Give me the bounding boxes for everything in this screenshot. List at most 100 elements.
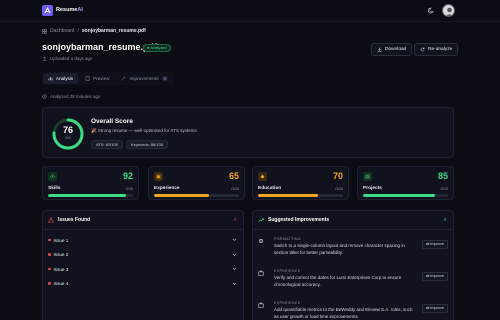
- chevron-down-icon: [232, 238, 237, 241]
- category-progress-bar: [48, 194, 133, 197]
- analyzed-time-text: Analyzed 28 minutes ago: [50, 94, 101, 99]
- issues-count: 4: [233, 217, 236, 222]
- bar-chart-icon: [48, 76, 53, 81]
- divider: [253, 229, 453, 230]
- briefcase-icon: [258, 270, 264, 276]
- category-progress-fill: [258, 194, 318, 197]
- tab-improvements-label: Improvements: [129, 76, 159, 81]
- category-progress-fill: [48, 194, 127, 197]
- briefcase-icon: ▣: [154, 172, 163, 181]
- uploaded-time: Uploaded 4 days ago: [42, 56, 93, 61]
- top-bar: ResumeAI: [0, 0, 500, 22]
- category-progress-bar: [363, 194, 448, 197]
- issues-panel: Issues Found 4 Issue 1 Issue 2 Issue 3 I…: [42, 210, 244, 320]
- category-card-projects: ▤ 85 Projects /100: [357, 166, 454, 200]
- refresh-icon: [420, 47, 425, 52]
- improve-button[interactable]: ⇄ Improve: [422, 304, 448, 313]
- folder-icon: ▤: [363, 172, 372, 181]
- overall-score-description: 🎉 Strong resume — well-optimised for ATS…: [91, 128, 197, 133]
- reanalyze-label: Re-analyze: [428, 47, 453, 52]
- briefcase-icon: [258, 302, 264, 308]
- breadcrumb-current: sonjoybarman_resume.pdf: [81, 28, 146, 34]
- improve-button[interactable]: ⇄ Improve: [422, 240, 448, 249]
- reanalyze-button[interactable]: Re-analyze: [414, 43, 459, 56]
- category-label: Education: [258, 186, 282, 191]
- chevron-down-icon: [232, 282, 237, 285]
- issue-severity-dot: [48, 282, 51, 285]
- tab-improvements-count: 5: [161, 76, 168, 81]
- download-button[interactable]: Download: [371, 43, 413, 56]
- dashboard-icon: [42, 28, 47, 34]
- suggestions-count: 4: [443, 217, 446, 222]
- page-title: sonjoybarman_resume.pdf: [42, 42, 158, 52]
- suggestion-category: EXPERIENCE: [274, 301, 301, 305]
- category-label: Projects: [363, 186, 382, 191]
- category-progress-fill: [154, 194, 210, 197]
- tab-preview[interactable]: Preview: [80, 73, 114, 84]
- moon-icon[interactable]: [427, 7, 435, 14]
- issue-row[interactable]: Issue 4: [48, 277, 238, 291]
- wand-icon: [121, 76, 126, 81]
- overall-score-card: 76 /100 Overall Score 🎉 Strong resume — …: [42, 107, 454, 158]
- category-label: Skills: [48, 186, 61, 191]
- breadcrumb-dashboard-link[interactable]: Dashboard: [50, 28, 74, 34]
- category-score: 85: [437, 171, 448, 181]
- suggestion-category: EXPERIENCE: [274, 269, 301, 273]
- category-score: 92: [122, 171, 133, 181]
- suggestion-text: Add quantifiable metrics to the BeWeddy …: [274, 307, 413, 319]
- category-max: /100: [335, 186, 343, 191]
- overall-score-value: 76: [62, 125, 73, 135]
- category-score: 65: [228, 171, 239, 181]
- uploaded-text: Uploaded 4 days ago: [50, 56, 93, 61]
- issue-row[interactable]: Issue 1: [48, 233, 238, 247]
- keywords-chip: Keywords: 86/100: [126, 140, 169, 149]
- chevron-down-icon: [232, 267, 237, 270]
- category-score: 70: [332, 171, 343, 181]
- app-logo-icon[interactable]: [42, 5, 53, 16]
- app-brand[interactable]: ResumeAI: [56, 7, 83, 13]
- clock-icon: [42, 94, 47, 99]
- tab-improvements[interactable]: Improvements 5: [116, 73, 172, 84]
- tab-analysis-label: Analysis: [56, 76, 74, 81]
- category-max: /100: [125, 186, 133, 191]
- issue-label: Issue 2: [53, 252, 69, 257]
- download-label: Download: [385, 47, 407, 52]
- party-icon: 🎉: [91, 128, 97, 133]
- suggestion-item: EXPERIENCE Verify and correct the dates …: [258, 269, 448, 297]
- suggestion-text: Verify and correct the dates for Lumi En…: [274, 275, 402, 287]
- issue-row[interactable]: Issue 3: [48, 262, 238, 276]
- code-icon: ‹/›: [48, 172, 57, 181]
- issue-label: Issue 3: [53, 266, 69, 272]
- tab-analysis[interactable]: Analysis: [43, 73, 79, 84]
- issue-row[interactable]: Issue 2: [48, 248, 238, 262]
- status-badge: ● Analyzed: [143, 44, 171, 52]
- upload-icon: [42, 56, 47, 61]
- document-icon: [85, 76, 90, 81]
- suggestions-header: Suggested Improvements: [258, 217, 329, 223]
- analyzed-time: Analyzed 28 minutes ago: [42, 94, 101, 99]
- trending-up-icon: [258, 218, 264, 222]
- improve-button[interactable]: ⇄ Improve: [422, 272, 448, 281]
- overall-score-max: /100: [64, 136, 72, 140]
- issue-label: Issue 1: [53, 237, 69, 243]
- category-label: Experience: [154, 186, 180, 191]
- issues-header: Issues Found: [48, 217, 90, 223]
- graduation-icon: ◆: [258, 172, 267, 181]
- issue-label: Issue 4: [53, 281, 69, 286]
- gear-icon: [259, 239, 263, 243]
- suggestion-text: Switch to a single-column layout and rem…: [274, 243, 405, 255]
- divider: [43, 229, 243, 230]
- category-max: /100: [440, 186, 448, 191]
- chevron-down-icon: [232, 253, 237, 256]
- category-progress-fill: [363, 194, 436, 197]
- issues-title: Issues Found: [58, 217, 91, 223]
- category-card-skills: ‹/› 92 Skills /100: [42, 166, 139, 200]
- tab-preview-label: Preview: [93, 76, 110, 81]
- category-progress-bar: [154, 194, 239, 197]
- category-max: /100: [231, 186, 239, 191]
- avatar[interactable]: [442, 4, 455, 17]
- category-progress-bar: [258, 194, 343, 197]
- issue-severity-dot: [48, 253, 51, 256]
- ats-chip: ATS: 62/100: [91, 140, 123, 149]
- issue-severity-dot: [48, 267, 51, 271]
